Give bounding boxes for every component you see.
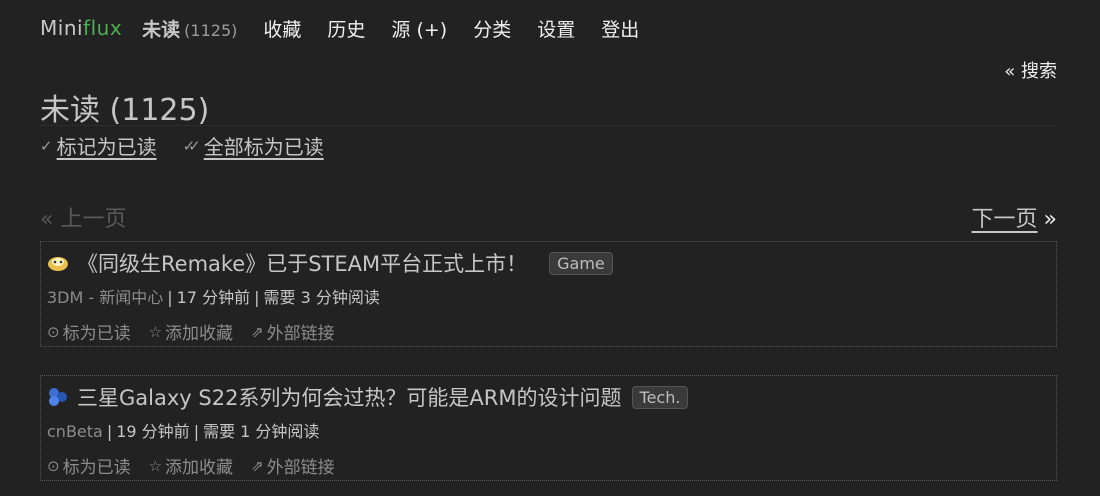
meta-separator: | (167, 288, 173, 307)
nav-unread-count: (1125) (184, 20, 238, 40)
external-link-label: 外部链接 (266, 324, 335, 344)
feed-name-link[interactable]: 3DM - 新闻中心 (47, 288, 163, 307)
reading-time: 需要 1 分钟阅读 (203, 422, 320, 441)
mark-page-read-button[interactable]: ✓ 标记为已读 (40, 131, 157, 160)
logo-mini-text: Mini (40, 16, 84, 40)
circle-check-icon: ⊙ (47, 322, 60, 341)
star-button[interactable]: ☆ 添加收藏 (148, 453, 234, 479)
pagination: « 上一页 下一页» (40, 201, 1057, 233)
nav-history[interactable]: 历史 (327, 15, 365, 42)
next-label: 下一页 (971, 207, 1038, 232)
mark-read-label: 标为已读 (62, 324, 131, 344)
nav-starred[interactable]: 收藏 (263, 15, 301, 42)
mark-read-button[interactable]: ⊙ 标为已读 (47, 319, 131, 345)
previous-page-link: « 上一页 (40, 201, 126, 233)
search-toggle-link[interactable]: « 搜索 (1004, 57, 1057, 83)
entry-time: 19 分钟前 (116, 422, 190, 441)
nav-categories[interactable]: 分类 (473, 15, 511, 42)
mark-page-read-label: 标记为已读 (56, 135, 157, 159)
external-link-label: 外部链接 (266, 458, 335, 478)
nav-settings[interactable]: 设置 (537, 15, 575, 42)
feed-favicon-icon (49, 388, 67, 406)
entry-item: 《同级生Remake》已于STEAM平台正式上市！ Game 3DM - 新闻中… (40, 241, 1057, 347)
entry-title-link[interactable]: 三星Galaxy S22系列为何会过热？可能是ARM的设计问题 (77, 382, 622, 412)
entry-meta: 3DM - 新闻中心 | 17 分钟前 | 需要 3 分钟阅读 (47, 284, 380, 308)
entry-title-link[interactable]: 《同级生Remake》已于STEAM平台正式上市！ (77, 248, 527, 278)
page-actions: ✓ 标记为已读 ✓✓ 全部标为已读 (40, 131, 350, 160)
nav-unread-label: 未读 (142, 18, 181, 41)
entry-item: 三星Galaxy S22系列为何会过热？可能是ARM的设计问题 Tech. cn… (40, 375, 1057, 481)
entry-meta: cnBeta | 19 分钟前 | 需要 1 分钟阅读 (47, 418, 319, 442)
entry-actions: ⊙ 标为已读 ☆ 添加收藏 ⇗ 外部链接 (47, 453, 353, 479)
top-nav: Miniflux 未读 (1125) 收藏 历史 源 (+) 分类 设置 登出 (40, 14, 665, 42)
next-page-link[interactable]: 下一页» (972, 201, 1057, 233)
star-icon: ☆ (148, 322, 163, 341)
mark-all-read-label: 全部标为已读 (203, 135, 324, 159)
nav-logout[interactable]: 登出 (601, 15, 639, 42)
circle-check-icon: ⊙ (47, 456, 60, 475)
page-title: 未读 (1125) (40, 85, 1057, 128)
external-link-button[interactable]: ⇗ 外部链接 (251, 453, 335, 479)
meta-separator: | (254, 288, 260, 307)
nav-feeds[interactable]: 源 (+) (391, 15, 447, 42)
category-tag[interactable]: Tech. (631, 385, 689, 409)
double-check-icon: ✓✓ (182, 136, 201, 155)
mark-all-read-button[interactable]: ✓✓ 全部标为已读 (183, 131, 324, 160)
mark-read-label: 标为已读 (62, 458, 131, 478)
reading-time: 需要 3 分钟阅读 (263, 288, 380, 307)
entry-title-row: 三星Galaxy S22系列为何会过热？可能是ARM的设计问题 Tech. (47, 382, 689, 412)
star-label: 添加收藏 (165, 458, 234, 478)
external-link-button[interactable]: ⇗ 外部链接 (251, 319, 335, 345)
entry-title-row: 《同级生Remake》已于STEAM平台正式上市！ Game (47, 248, 613, 278)
star-button[interactable]: ☆ 添加收藏 (148, 319, 234, 345)
feed-favicon-icon (48, 257, 68, 271)
nav-unread[interactable]: 未读 (1125) (142, 15, 237, 42)
check-icon: ✓ (40, 136, 53, 155)
logo-flux-text: flux (83, 16, 123, 40)
external-link-icon: ⇗ (251, 456, 264, 475)
previous-arrow: « (40, 207, 54, 232)
star-icon: ☆ (148, 456, 163, 475)
category-tag[interactable]: Game (549, 251, 613, 275)
feed-name-link[interactable]: cnBeta (47, 422, 103, 441)
app-logo[interactable]: Miniflux (40, 16, 122, 40)
external-link-icon: ⇗ (251, 322, 264, 341)
meta-separator: | (106, 422, 113, 441)
star-label: 添加收藏 (165, 324, 234, 344)
entry-time: 17 分钟前 (176, 288, 251, 307)
previous-label: 上一页 (60, 207, 127, 232)
next-arrow: » (1043, 207, 1057, 232)
meta-separator: | (193, 422, 200, 441)
mark-read-button[interactable]: ⊙ 标为已读 (47, 453, 131, 479)
entry-actions: ⊙ 标为已读 ☆ 添加收藏 ⇗ 外部链接 (47, 319, 353, 345)
